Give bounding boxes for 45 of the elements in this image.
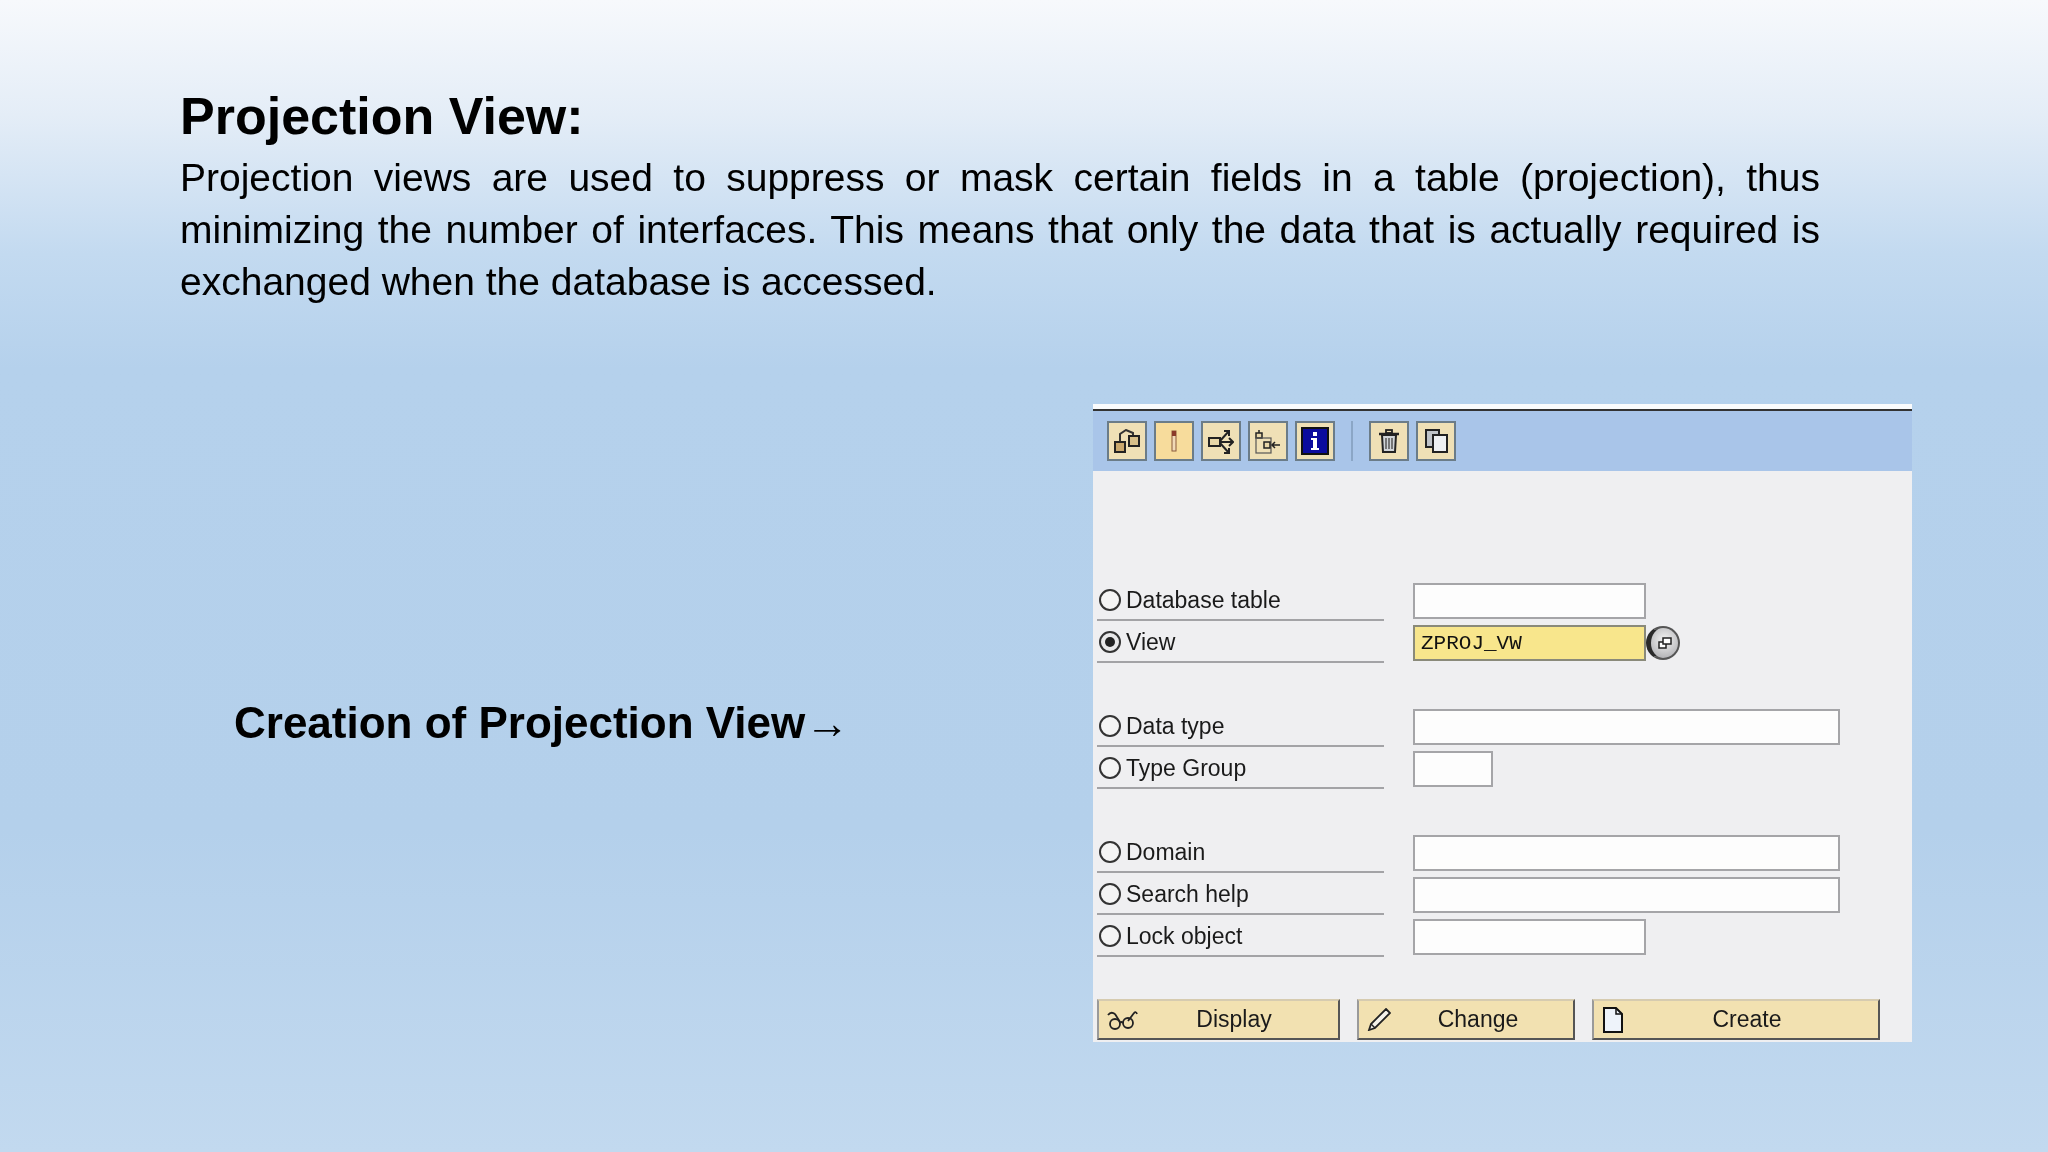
radio-button[interactable] [1099,925,1121,947]
radio-button[interactable] [1099,631,1121,653]
hierarchy-icon [1114,429,1140,453]
toolbar-button[interactable] [1295,421,1335,461]
radio-label: Lock object [1126,922,1243,950]
input-field[interactable] [1413,751,1493,787]
input-field[interactable] [1413,919,1646,955]
glasses-icon [1107,1009,1138,1030]
arrows-out-icon [1208,428,1234,454]
radio-label: Database table [1126,586,1281,614]
copy-icon [1424,429,1448,453]
value-help-button[interactable] [1646,626,1680,660]
radio-label: Data type [1126,712,1225,740]
info-icon [1301,427,1329,455]
body-paragraph: Projection views are used to suppress or mask certain fields in a table (projection), thus minimizing the number of interfaces. This means that only the data that is actually required is exchanged when the database is accessed. [180,155,1820,305]
input-field[interactable]: ZPROJ_VW [1413,625,1646,661]
toolbar-button[interactable] [1416,421,1456,461]
pencil-icon [1367,1008,1391,1031]
display-button[interactable]: Display [1097,999,1340,1040]
toolbar-button[interactable] [1107,421,1147,461]
boxes-arrow-icon [1255,428,1281,454]
radio-button[interactable] [1099,715,1121,737]
radio-button[interactable] [1099,757,1121,779]
toolbar-button[interactable] [1369,421,1409,461]
caption-text: Creation of Projection View→ [234,698,850,748]
input-field[interactable] [1413,709,1840,745]
radio-label: View [1126,628,1176,656]
radio-label: Search help [1126,880,1249,908]
page-icon [1602,1005,1624,1034]
trash-icon [1378,429,1400,453]
toolbar-button[interactable] [1201,421,1241,461]
change-button[interactable]: Change [1357,999,1575,1040]
radio-label: Type Group [1126,754,1247,782]
radio-button[interactable] [1099,841,1121,863]
bar-icon [1171,430,1177,452]
overlapping-squares-icon [1657,637,1672,649]
radio-button[interactable] [1099,883,1121,905]
input-field[interactable] [1413,835,1840,871]
radio-button[interactable] [1099,589,1121,611]
slide-title: Projection View: [180,86,584,146]
toolbar-button[interactable] [1248,421,1288,461]
input-field[interactable] [1413,877,1840,913]
input-field[interactable] [1413,583,1646,619]
create-button[interactable]: Create [1592,999,1880,1040]
radio-label: Domain [1126,838,1206,866]
